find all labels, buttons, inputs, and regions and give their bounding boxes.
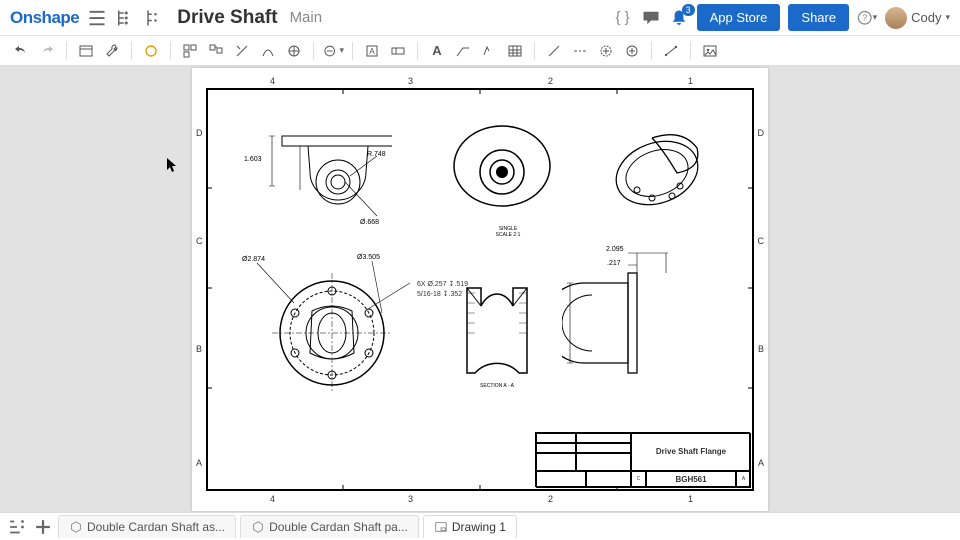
title-block: Drive Shaft Flange C BGH561 A [535,432,750,487]
zone-row: B [196,344,202,354]
tab-drawing[interactable]: Drawing 1 [423,515,517,538]
zone-row: A [758,458,764,468]
avatar [885,7,907,29]
redo-icon[interactable] [36,40,58,62]
drawing-sheet: 4 3 2 1 4 3 2 1 D C B A D C B A [192,68,768,511]
appstore-button[interactable]: App Store [697,4,781,31]
zone-row: C [758,236,765,246]
filter-icon[interactable] [6,516,28,538]
zone-row: A [196,458,202,468]
add-circle-icon[interactable] [621,40,643,62]
add-tab-icon[interactable] [32,516,54,538]
zone-col: 3 [408,76,413,86]
braces-icon[interactable]: { } [613,8,633,28]
menu-icon[interactable] [87,8,107,28]
insert-view-icon[interactable] [179,40,201,62]
undo-icon[interactable] [10,40,32,62]
drawing-canvas[interactable]: 4 3 2 1 4 3 2 1 D C B A D C B A [0,66,960,512]
centerline-icon[interactable] [569,40,591,62]
wrench-icon[interactable] [101,40,123,62]
tab-part[interactable]: Double Cardan Shaft pa... [240,515,419,538]
tb-title: Drive Shaft Flange [656,447,726,456]
zone-col: 4 [270,76,275,86]
zone-col: 1 [688,494,693,504]
notifications-icon[interactable]: 3 [669,8,689,28]
share-button[interactable]: Share [788,4,849,31]
zone-col: 3 [408,494,413,504]
svg-text:A: A [369,47,375,56]
notification-badge: 3 [682,4,695,16]
auxiliary-view-icon[interactable] [231,40,253,62]
detail-view-icon[interactable] [283,40,305,62]
logo[interactable]: Onshape [10,8,79,28]
document-subtitle: Main [290,9,323,26]
zone-row: C [196,236,203,246]
zone-row: D [758,128,765,138]
user-menu[interactable]: Cody ▾ [885,7,950,29]
tb-rev: A [742,476,745,482]
comments-icon[interactable] [641,8,661,28]
drawing-icon [434,520,448,534]
assembly-icon [69,520,83,534]
sketch-line-icon[interactable] [660,40,682,62]
config-icon[interactable] [143,8,163,28]
gtol-icon[interactable] [387,40,409,62]
note-icon[interactable]: A [426,40,448,62]
tab-assembly[interactable]: Double Cardan Shaft as... [58,515,236,538]
help-icon[interactable]: ?▾ [857,8,877,28]
zone-col: 1 [688,76,693,86]
svg-text:?: ? [862,12,867,22]
table-icon[interactable] [504,40,526,62]
tb-dwgno: BGH561 [675,475,706,484]
dimension-icon[interactable]: ▾ [322,40,344,62]
zone-col: 4 [270,494,275,504]
center-mark-icon[interactable] [595,40,617,62]
datum-icon[interactable]: A [361,40,383,62]
zone-col: 2 [548,494,553,504]
tb-size: C [637,476,641,482]
callout-icon[interactable] [452,40,474,62]
line-icon[interactable] [543,40,565,62]
user-name: Cody [911,10,941,25]
view-cube-icon[interactable] [140,40,162,62]
part-icon [251,520,265,534]
zone-row: D [196,128,203,138]
projected-view-icon[interactable] [205,40,227,62]
tree-icon[interactable] [115,8,135,28]
zone-row: B [758,344,764,354]
sheet-icon[interactable] [75,40,97,62]
zone-col: 2 [548,76,553,86]
document-title: Drive Shaft [177,7,277,29]
section-view-icon[interactable] [257,40,279,62]
surface-finish-icon[interactable] [478,40,500,62]
image-icon[interactable] [699,40,721,62]
